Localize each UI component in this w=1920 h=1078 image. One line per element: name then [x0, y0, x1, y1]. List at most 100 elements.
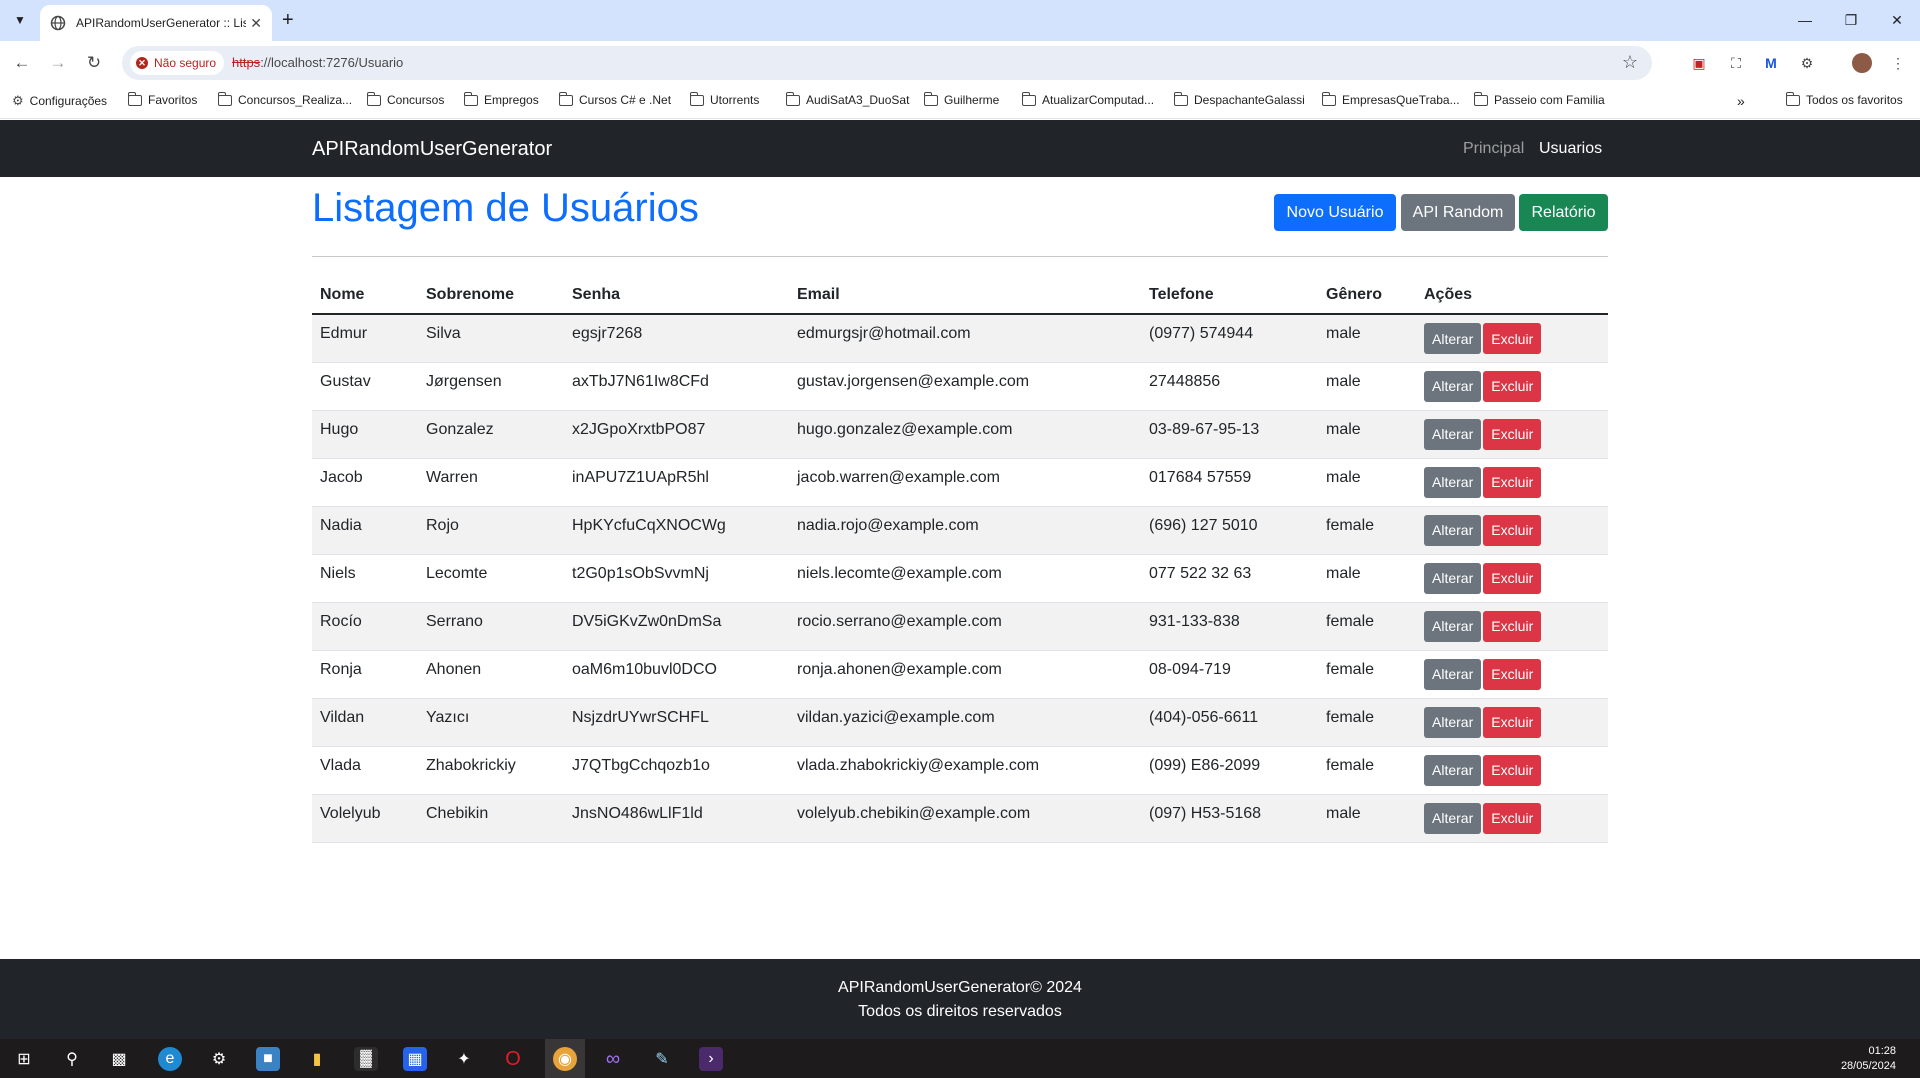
delete-button[interactable]: Excluir — [1483, 562, 1542, 594]
bookmark-item[interactable]: Concursos — [366, 91, 444, 107]
chrome-icon[interactable]: ◉ — [553, 1047, 577, 1071]
bookmark-item[interactable]: Cursos C# e .Net — [558, 91, 671, 107]
security-label: Não seguro — [154, 56, 217, 70]
delete-button[interactable]: Excluir — [1483, 466, 1542, 498]
windows-start-icon[interactable]: ⊞ — [12, 1047, 36, 1071]
tab-search-icon[interactable]: ▼ — [8, 8, 32, 32]
all-bookmarks[interactable]: Todos os favoritos — [1785, 91, 1903, 107]
edit-button[interactable]: Alterar — [1424, 562, 1482, 594]
bookmark-item[interactable]: DespachanteGalassi — [1173, 91, 1305, 107]
profile-avatar-icon[interactable] — [1852, 53, 1872, 73]
cell-acoes: Alterar Excluir — [1416, 458, 1608, 507]
edit-button[interactable]: Alterar — [1424, 514, 1482, 546]
edge-icon[interactable]: e — [158, 1047, 182, 1071]
delete-button[interactable]: Excluir — [1483, 754, 1542, 786]
report-button[interactable]: Relatório — [1519, 194, 1608, 231]
search-icon[interactable]: ⚲ — [60, 1047, 84, 1071]
edit-button[interactable]: Alterar — [1424, 323, 1482, 354]
bookmark-star-icon[interactable]: ☆ — [1622, 52, 1638, 73]
bookmark-item[interactable]: Empregos — [463, 91, 539, 107]
cell-senha: inAPU7Z1UApR5hl — [564, 458, 789, 507]
delete-button[interactable]: Excluir — [1483, 418, 1542, 450]
delete-button[interactable]: Excluir — [1483, 514, 1542, 546]
extension-m-icon[interactable]: M — [1761, 53, 1781, 73]
minimize-icon[interactable]: — — [1782, 0, 1828, 40]
system-clock[interactable]: 01:28 28/05/2024 — [1841, 1044, 1896, 1074]
cell-email: gustav.jorgensen@example.com — [789, 362, 1141, 411]
bookmark-label: Todos os favoritos — [1806, 93, 1903, 107]
edit-button[interactable]: Alterar — [1424, 706, 1482, 738]
extensions-puzzle-icon[interactable]: ⚙ — [1797, 53, 1817, 73]
store-icon[interactable]: ▦ — [403, 1047, 427, 1071]
bookmark-item[interactable]: EmpresasQueTraba... — [1321, 91, 1460, 107]
notepad-icon[interactable]: ✎ — [650, 1047, 674, 1071]
nav-link-principal[interactable]: Principal — [1463, 140, 1524, 158]
edit-button[interactable]: Alterar — [1424, 370, 1482, 402]
more-bookmarks-icon[interactable]: » — [1737, 93, 1745, 109]
menu-kebab-icon[interactable]: ⋮ — [1888, 53, 1908, 73]
address-bar[interactable]: ✕ Não seguro https://localhost:7276/Usua… — [122, 46, 1652, 80]
browser-tab[interactable]: APIRandomUserGenerator :: Listagem de Us… — [40, 5, 272, 41]
cell-genero: female — [1318, 698, 1416, 747]
screenshot-icon[interactable]: ⛶ — [1726, 53, 1746, 73]
nav-link-usuarios[interactable]: Usuarios — [1539, 140, 1602, 158]
column-header-genero[interactable]: Gênero — [1318, 276, 1416, 315]
edit-button[interactable]: Alterar — [1424, 610, 1482, 642]
edit-button[interactable]: Alterar — [1424, 466, 1482, 498]
cell-acoes: Alterar Excluir — [1416, 698, 1608, 747]
edit-button[interactable]: Alterar — [1424, 658, 1482, 690]
table-row: Jacob Warren inAPU7Z1UApR5hl jacob.warren@e… — [312, 458, 1608, 507]
cell-telefone: 03-89-67-95-13 — [1141, 410, 1318, 459]
edit-button[interactable]: Alterar — [1424, 418, 1482, 450]
bookmark-item[interactable]: AudiSatA3_DuoSat — [785, 91, 910, 107]
close-window-icon[interactable]: ✕ — [1874, 0, 1920, 40]
new-user-button[interactable]: Novo Usuário — [1274, 194, 1396, 231]
visual-studio-icon[interactable]: ∞ — [601, 1047, 625, 1071]
column-header-senha[interactable]: Senha — [564, 276, 789, 315]
cell-nome: Jacob — [312, 458, 418, 507]
bookmark-item[interactable]: Guilherme — [923, 91, 999, 107]
settings-icon[interactable]: ⚙ — [207, 1047, 231, 1071]
restore-icon[interactable]: ❐ — [1828, 0, 1874, 40]
photos-icon[interactable]: ■ — [256, 1047, 280, 1071]
delete-button[interactable]: Excluir — [1483, 370, 1542, 402]
reload-icon[interactable]: ↻ — [82, 51, 106, 75]
delete-button[interactable]: Excluir — [1483, 323, 1542, 354]
task-manager-icon[interactable]: ▓ — [354, 1047, 378, 1071]
delete-button[interactable]: Excluir — [1483, 610, 1542, 642]
delete-button[interactable]: Excluir — [1483, 658, 1542, 690]
close-tab-icon[interactable]: ✕ — [250, 15, 262, 32]
new-tab-icon[interactable]: + — [282, 8, 294, 32]
column-header-telefone[interactable]: Telefone — [1141, 276, 1318, 315]
cell-genero: male — [1318, 410, 1416, 459]
bookmark-item[interactable]: Utorrents — [689, 91, 759, 107]
folder-icon — [1321, 91, 1336, 106]
edit-button[interactable]: Alterar — [1424, 754, 1482, 786]
column-header-sobrenome[interactable]: Sobrenome — [418, 276, 564, 315]
column-header-email[interactable]: Email — [789, 276, 1141, 315]
bookmark-label: AudiSatA3_DuoSat — [806, 93, 910, 107]
api-random-button[interactable]: API Random — [1401, 194, 1515, 231]
terminal-icon[interactable]: › — [699, 1047, 723, 1071]
bookmark-item[interactable]: Concursos_Realiza... — [217, 91, 352, 107]
paint-icon[interactable]: ✦ — [452, 1047, 476, 1071]
forward-icon[interactable]: → — [46, 51, 70, 75]
bookmark-item[interactable]: Passeio com Familia — [1473, 91, 1605, 107]
bookmark-item[interactable]: ⚙ Configurações — [12, 93, 107, 109]
cell-nome: Rocío — [312, 602, 418, 651]
column-header-nome[interactable]: Nome — [312, 276, 418, 315]
extension-shield-icon[interactable]: ▣ — [1689, 53, 1709, 73]
opera-icon[interactable]: O — [501, 1047, 525, 1071]
task-view-icon[interactable]: ▩ — [107, 1047, 131, 1071]
bookmark-item[interactable]: AtualizarComputad... — [1021, 91, 1154, 107]
edit-button[interactable]: Alterar — [1424, 802, 1482, 834]
delete-button[interactable]: Excluir — [1483, 802, 1542, 834]
brand-link[interactable]: APIRandomUserGenerator — [312, 138, 552, 161]
bookmark-item[interactable]: Favoritos — [127, 91, 197, 107]
delete-button[interactable]: Excluir — [1483, 706, 1542, 738]
cell-email: vildan.yazici@example.com — [789, 698, 1141, 747]
security-chip[interactable]: ✕ Não seguro — [130, 51, 225, 75]
table-row: Volelyub Chebikin JnsNO486wLlF1ld volelyub.… — [312, 794, 1608, 843]
back-icon[interactable]: ← — [10, 51, 34, 75]
file-explorer-icon[interactable]: ▮ — [305, 1047, 329, 1071]
